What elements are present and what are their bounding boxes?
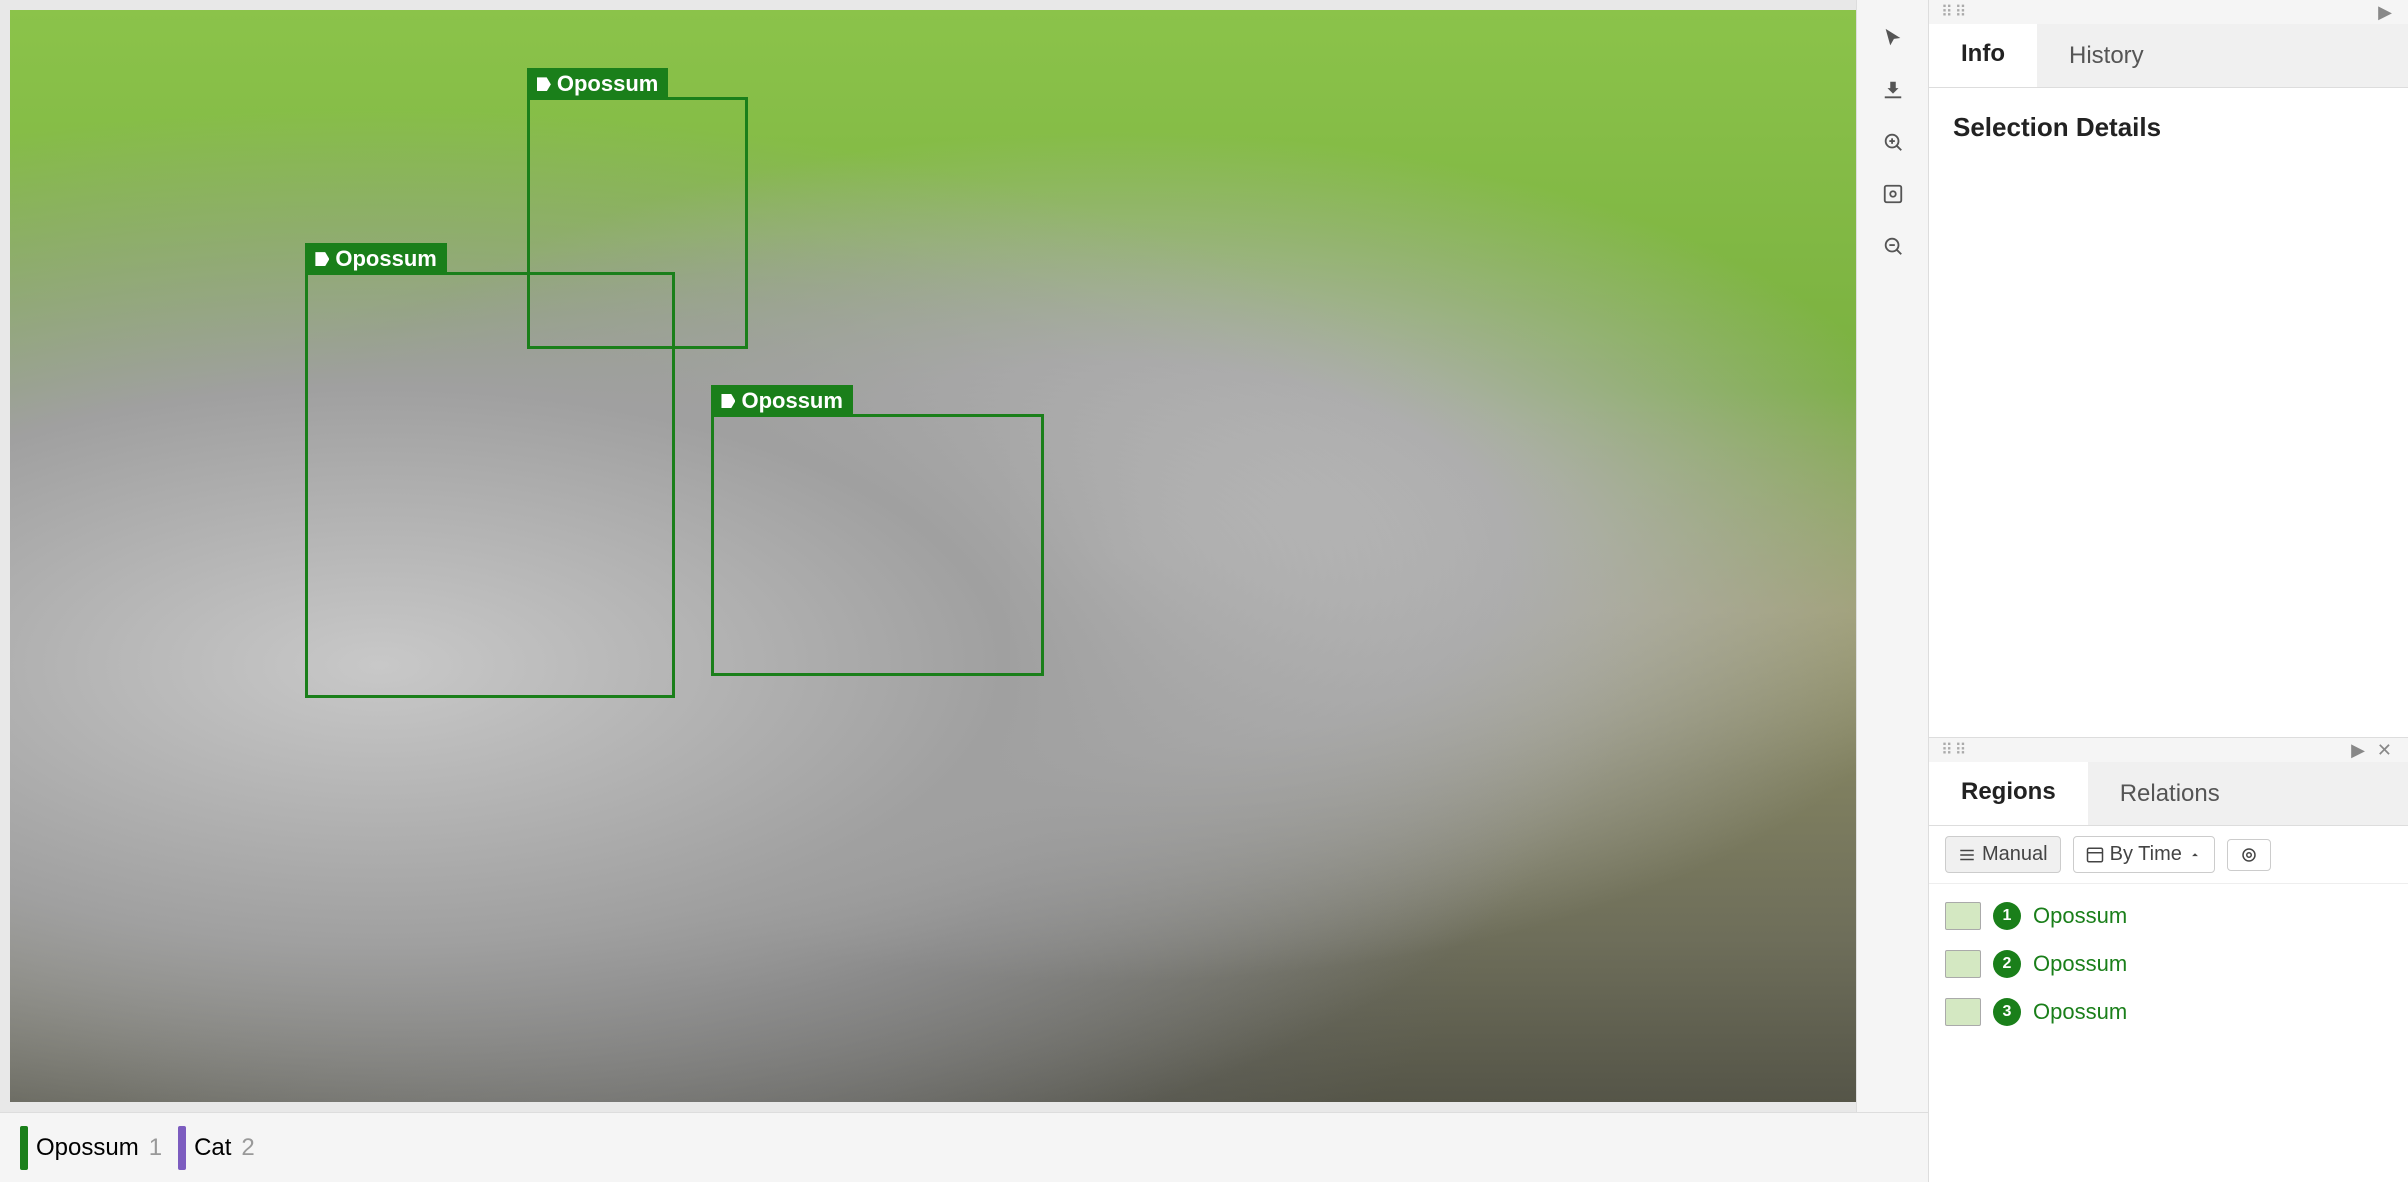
- label-chip-cat[interactable]: Cat 2: [178, 1126, 255, 1170]
- manual-icon: [1958, 846, 1976, 864]
- label-color-cat: [178, 1126, 186, 1170]
- label-text-opossum: Opossum: [36, 1134, 139, 1162]
- region-list: 1 Opossum 2 Opossum 3 Opossum: [1929, 884, 2408, 1182]
- region-item-2[interactable]: 2 Opossum: [1929, 940, 2408, 988]
- label-bar: Opossum 1 Cat 2: [0, 1112, 1928, 1182]
- selection-details-title: Selection Details: [1953, 112, 2384, 143]
- by-time-label: By Time: [2110, 843, 2182, 866]
- by-time-sort-button[interactable]: By Time: [2073, 836, 2215, 873]
- label-count-cat: 2: [241, 1134, 254, 1162]
- region-badge-3: 3: [1993, 998, 2021, 1026]
- zoom-in-button[interactable]: [1871, 120, 1915, 164]
- pan-tool-button[interactable]: [1871, 68, 1915, 112]
- info-history-panel: Info History Selection Details: [1929, 24, 2408, 738]
- tab-history[interactable]: History: [2037, 24, 2176, 87]
- expand-top-panel-button[interactable]: ▶: [2374, 0, 2396, 25]
- regions-relations-tab-bar: Regions Relations: [1929, 762, 2408, 826]
- label-color-opossum: [20, 1126, 28, 1170]
- manual-sort-button[interactable]: Manual: [1945, 836, 2061, 873]
- drag-handle-icon: ⠿⠿: [1941, 2, 1968, 22]
- info-tab-content: Selection Details: [1929, 88, 2408, 737]
- right-panel: ⠿⠿ ▶ Info History Selection Details ⠿⠿ ▶…: [1928, 0, 2408, 1182]
- expand-bottom-panel-button[interactable]: ▶: [2347, 738, 2369, 763]
- region-thumb-2: [1945, 950, 1981, 978]
- regions-relations-panel: Regions Relations Manual By Time: [1929, 762, 2408, 1182]
- image-background: [10, 10, 1856, 1102]
- region-thumb-3: [1945, 998, 1981, 1026]
- main-area: Opossum Opossum Opossum: [0, 0, 1928, 1182]
- bottom-panel-drag: ⠿⠿ ▶ ✕: [1929, 738, 2408, 762]
- region-label-2: Opossum: [2033, 951, 2127, 977]
- drag-handle-icon-bottom: ⠿⠿: [1941, 740, 1968, 760]
- label-text-cat: Cat: [194, 1134, 231, 1162]
- fit-button[interactable]: [1871, 172, 1915, 216]
- canvas-toolbar: [1856, 0, 1928, 1112]
- panel-controls-bottom: ▶ ✕: [2347, 738, 2396, 763]
- group-icon: [2240, 846, 2258, 864]
- tab-relations[interactable]: Relations: [2088, 762, 2252, 825]
- panel-controls-top: ▶: [2374, 0, 2396, 25]
- top-panel-drag: ⠿⠿ ▶: [1929, 0, 2408, 24]
- canvas-container: Opossum Opossum Opossum: [10, 10, 1856, 1102]
- manual-label: Manual: [1982, 843, 2048, 866]
- zoom-out-button[interactable]: [1871, 224, 1915, 268]
- regions-toolbar: Manual By Time: [1929, 826, 2408, 884]
- region-item-3[interactable]: 3 Opossum: [1929, 988, 2408, 1036]
- time-icon: [2086, 846, 2104, 864]
- region-item-1[interactable]: 1 Opossum: [1929, 892, 2408, 940]
- region-label-1: Opossum: [2033, 903, 2127, 929]
- close-bottom-panel-button[interactable]: ✕: [2373, 738, 2396, 763]
- region-thumb-1: [1945, 902, 1981, 930]
- label-chip-opossum[interactable]: Opossum 1: [20, 1126, 162, 1170]
- tab-regions[interactable]: Regions: [1929, 762, 2088, 825]
- tab-info[interactable]: Info: [1929, 24, 2037, 87]
- cursor-tool-button[interactable]: [1871, 16, 1915, 60]
- region-badge-2: 2: [1993, 950, 2021, 978]
- region-label-3: Opossum: [2033, 999, 2127, 1025]
- label-count-opossum: 1: [149, 1134, 162, 1162]
- annotation-canvas[interactable]: Opossum Opossum Opossum: [10, 10, 1856, 1102]
- sort-asc-icon: [2188, 848, 2202, 862]
- info-history-tab-bar: Info History: [1929, 24, 2408, 88]
- group-button[interactable]: [2227, 839, 2271, 871]
- region-badge-1: 1: [1993, 902, 2021, 930]
